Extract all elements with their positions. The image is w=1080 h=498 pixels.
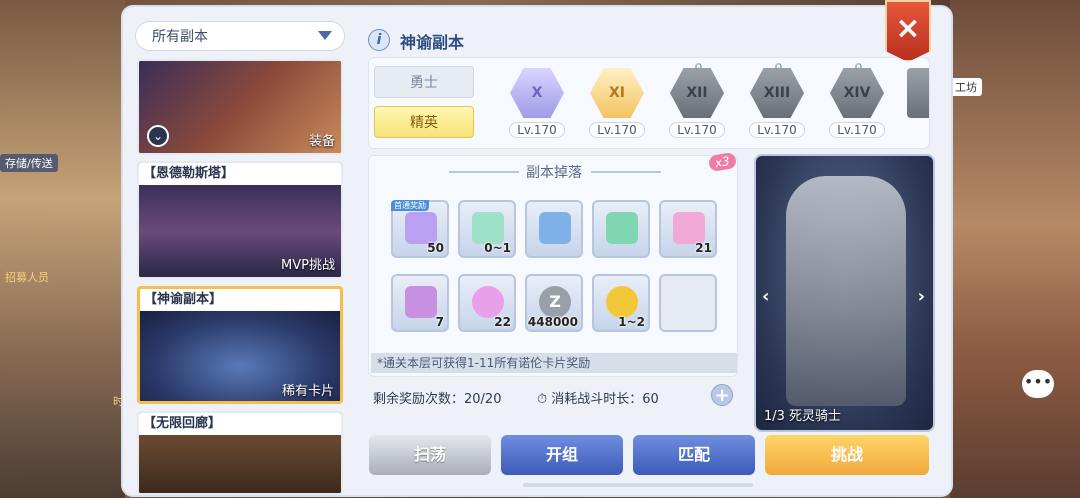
zeny-coin-icon: Z [539,286,571,318]
pink-crystal-icon [405,286,437,318]
drops-title: 副本掉落 [526,165,582,181]
prev-boss-arrow-icon[interactable]: ‹ [762,286,769,307]
scrollbar[interactable] [523,483,753,487]
workshop-label[interactable]: 工坊 [950,78,982,96]
level-tier-12[interactable]: 🔒 XII Lv.170 [667,62,727,138]
level-label: Lv.170 [589,122,645,138]
dungeon-tag: 装备 [308,134,335,149]
drop-item[interactable]: 1~2 [592,274,650,332]
dungeon-tag: 稀有卡片 [281,384,334,399]
clock-icon: ⏱ [537,392,548,407]
battle-duration-text: 消耗战斗时长：60 [551,392,659,407]
background-left [0,0,125,498]
item-count: 22 [494,315,511,329]
dungeon-art: MVP挑战 [139,185,341,277]
item-count: 1~2 [618,315,645,329]
dungeon-name: 【无限回廊】 [139,413,341,435]
tier-hexagon-icon: XI [590,68,644,118]
dungeon-art [139,435,341,493]
next-boss-arrow-icon[interactable]: › [918,286,925,307]
storage-label[interactable]: 存储/传送 [0,154,58,172]
drop-item[interactable]: 首通奖励 50 [391,200,449,258]
dungeon-art: 稀有卡片 [140,311,340,401]
difficulty-warrior-button[interactable]: 勇士 [374,66,474,98]
dungeon-tag: MVP挑战 [281,258,335,273]
drop-item[interactable]: 0~1 [458,200,516,258]
level-tier-10[interactable]: X Lv.170 [507,68,567,138]
green-book-icon [606,212,638,244]
level-label: Lv.170 [829,122,885,138]
chat-bubble-icon[interactable]: ••• [1022,370,1054,398]
level-tier-11[interactable]: XI Lv.170 [587,68,647,138]
item-count: 448000 [527,315,578,329]
drops-note: *通关本层可获得1-11所有诺伦卡片奖励 [371,353,737,373]
drop-item[interactable]: 21 [659,200,717,258]
challenge-button[interactable]: 挑战 [765,435,929,475]
dropdown-label: 所有副本 [152,29,208,45]
level-tier-partial[interactable] [907,68,929,118]
tier-hexagon-icon: XIII [750,68,804,118]
level-tier-13[interactable]: 🔒 XIII Lv.170 [747,62,807,138]
level-tier-14[interactable]: 🔒 XIV Lv.170 [827,62,887,138]
drop-item[interactable]: 22 [458,274,516,332]
recruit-label: 招募人员 [5,271,49,284]
dungeon-filter-dropdown[interactable]: 所有副本 [135,21,345,51]
magic-orb-icon [472,286,504,318]
blue-book-icon [539,212,571,244]
sweep-button[interactable]: 扫荡 [369,435,491,475]
expand-chevron-icon[interactable]: ⌄ [147,125,169,147]
background-right [950,0,1080,498]
drop-item[interactable] [525,200,583,258]
boss-name: 1/3 死灵骑士 [764,409,842,424]
tier-hexagon-icon: XII [670,68,724,118]
first-clear-badge: 首通奖励 [391,200,429,211]
empty-slot [659,274,717,332]
crystal-icon [405,212,437,244]
dungeon-card-infinite-corridor[interactable]: 【无限回廊】 [137,411,343,495]
item-count: 0~1 [484,241,511,255]
item-count: 7 [435,315,444,329]
form-team-button[interactable]: 开组 [501,435,623,475]
battle-duration: ⏱ 消耗战斗时长：60 [537,388,659,407]
chevron-down-icon [318,31,332,40]
item-count: 21 [695,241,712,255]
drop-item[interactable]: 7 [391,274,449,332]
item-count: 50 [427,241,444,255]
info-icon[interactable]: i [368,29,390,51]
match-button[interactable]: 匹配 [633,435,755,475]
page-title: 神谕副本 [400,33,465,52]
dungeon-card-oracle[interactable]: 【神谕副本】 稀有卡片 [137,286,343,404]
tier-hexagon-icon: X [510,68,564,118]
level-label: Lv.170 [669,122,725,138]
difficulty-elite-button[interactable]: 精英 [374,106,474,138]
card-book-icon [472,212,504,244]
drops-panel: 副本掉落 首通奖励 50 0~1 21 7 22 Z 448000 1~2 [368,155,738,377]
dungeon-name: 【恩德勒斯塔】 [139,163,341,185]
dungeon-card-endless-tower[interactable]: 【恩德勒斯塔】 MVP挑战 [137,161,343,279]
dungeon-panel: 所有副本 ⌄ 装备 【恩德勒斯塔】 MVP挑战 【神谕副本】 稀有卡片 【无限回… [123,7,951,495]
boss-figure [786,176,906,406]
dungeon-art: ⌄ 装备 [139,61,341,153]
pink-powder-icon [673,212,705,244]
gold-coin-icon [606,286,638,318]
dungeon-card-equipment[interactable]: ⌄ 装备 [137,59,343,155]
tier-hexagon-icon: XIV [830,68,884,118]
close-button[interactable]: × [885,0,931,62]
remaining-rewards: 剩余奖励次数：20/20 [373,392,502,407]
drop-item[interactable]: Z 448000 [525,274,583,332]
add-duration-button[interactable]: + [711,384,733,406]
boss-preview: ‹ › 1/3 死灵骑士 [754,154,935,432]
level-label: Lv.170 [749,122,805,138]
level-label: Lv.170 [509,122,565,138]
drop-item[interactable] [592,200,650,258]
dungeon-name: 【神谕副本】 [140,289,340,311]
difficulty-area: 勇士 精英 X Lv.170 XI Lv.170 🔒 XII Lv.170 🔒 … [368,57,930,149]
